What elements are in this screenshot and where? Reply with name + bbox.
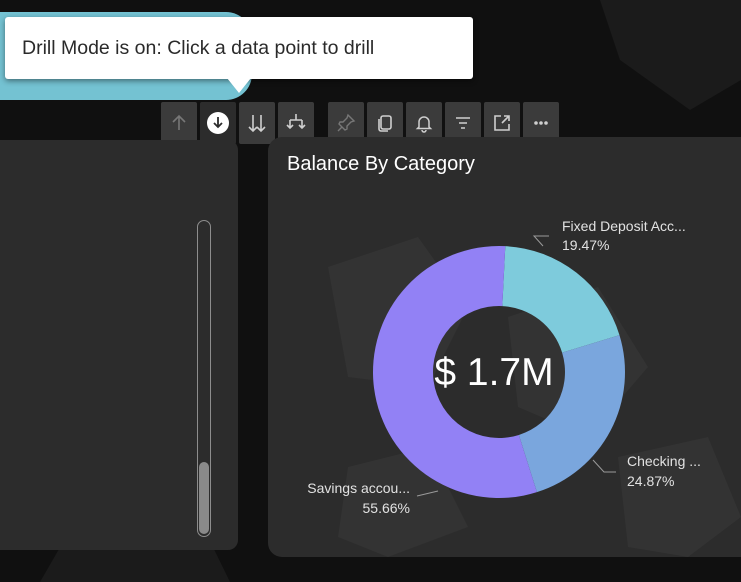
slice-label-checking: Checking ... <box>627 453 701 469</box>
slice-label-savings: Savings accou... <box>307 480 410 496</box>
slice-percent-savings: 55.66% <box>363 500 410 516</box>
slice-fixed-deposit[interactable] <box>502 246 620 353</box>
slice-label-fixed-deposit: Fixed Deposit Acc... <box>562 218 686 234</box>
slice-percent-checking: 24.87% <box>627 473 674 489</box>
donut-chart: $ 1.7M Fixed Deposit Acc... 19.47% Check… <box>307 218 701 516</box>
slice-percent-fixed-deposit: 19.47% <box>562 237 609 253</box>
center-value-label: $ 1.7M <box>434 351 553 394</box>
